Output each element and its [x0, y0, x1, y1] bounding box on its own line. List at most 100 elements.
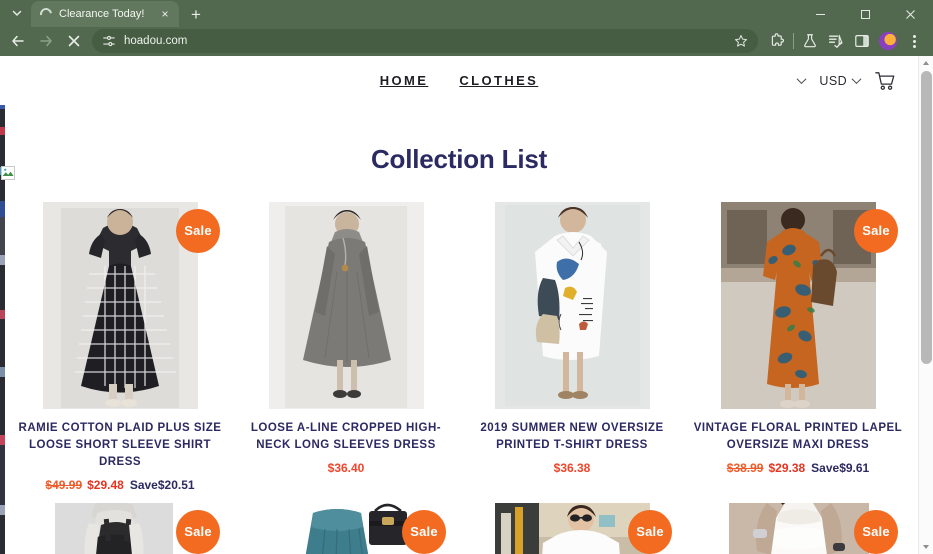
currency-label: USD	[819, 73, 847, 88]
address-bar-url[interactable]: hoadou.com	[124, 35, 724, 47]
product-price-block: $36.38	[466, 460, 678, 476]
stop-loading-icon	[68, 35, 80, 47]
product-title: 2019 Summer New Oversize Printed T-Shirt…	[480, 421, 664, 451]
product-image-wrapper[interactable]: Sale	[692, 201, 904, 409]
address-bar[interactable]: hoadou.com	[92, 29, 758, 54]
scroll-down-button[interactable]	[919, 539, 933, 554]
language-selector-chevron-down-icon[interactable]	[796, 74, 807, 85]
product-price-block: $38.99 $29.38 Save$9.61	[692, 460, 904, 476]
nav-item-home[interactable]: Home	[380, 73, 429, 88]
product-image-black-pinafore-overall-dress	[42, 502, 198, 554]
product-old-price: $49.99	[45, 477, 83, 492]
currency-chevron-down-icon	[851, 74, 862, 85]
tab-loading-spinner-icon	[37, 5, 55, 23]
profile-button[interactable]	[875, 28, 901, 54]
product-card[interactable]: 2019 Summer New Oversize Printed T-Shirt…	[466, 201, 678, 493]
maximize-button[interactable]	[843, 0, 888, 29]
product-card[interactable]: Sale Ramie Cotton Plaid Plus Size Loose …	[14, 201, 226, 493]
browser-menu-button[interactable]	[901, 28, 927, 54]
product-price: $36.40	[327, 460, 365, 475]
product-savings: Save$9.61	[811, 460, 870, 475]
product-grid-row-1: Sale Ramie Cotton Plaid Plus Size Loose …	[0, 201, 918, 493]
product-price-block: $36.40	[240, 460, 452, 476]
product-image-teal-skirt-with-black-bag	[268, 502, 424, 554]
reading-list-icon	[828, 35, 843, 49]
browser-window: Clearance Today! × + hoadou.com HOME CLO…	[0, 0, 933, 554]
product-image-orange-floral-maxi-dress	[720, 201, 876, 409]
product-title: Ramie Cotton Plaid Plus Size Loose Short…	[18, 421, 222, 468]
page-title: Collection List	[370, 143, 548, 174]
tab-strip: Clearance Today! × +	[0, 0, 933, 27]
product-thumb-clipped	[720, 502, 876, 554]
product-image-wrapper[interactable]	[240, 201, 452, 409]
product-sale-price: $29.38	[768, 460, 806, 475]
cart-button[interactable]	[874, 71, 896, 91]
broken-image-icon	[1, 165, 15, 180]
sale-badge: Sale	[176, 509, 220, 554]
product-image-wrapper[interactable]: Sale	[240, 502, 452, 554]
back-arrow-icon	[12, 36, 24, 47]
window-close-button[interactable]	[888, 0, 933, 29]
product-thumb-clipped	[42, 502, 198, 554]
product-card[interactable]: Loose A-line Cropped High-Neck Long Slee…	[240, 201, 452, 493]
close-icon	[906, 10, 915, 19]
product-image-wrapper[interactable]: Sale	[466, 502, 678, 554]
forward-button[interactable]	[32, 27, 60, 55]
header-utilities: USD	[796, 71, 896, 91]
sale-badge: Sale	[628, 509, 672, 554]
product-image-wrapper[interactable]: Sale	[692, 502, 904, 554]
extensions-button[interactable]	[764, 28, 790, 54]
product-price: $36.38	[553, 460, 591, 475]
stop-loading-button[interactable]	[60, 27, 88, 55]
sale-badge: Sale	[854, 509, 898, 554]
scrollbar-thumb[interactable]	[920, 70, 932, 364]
profile-avatar-icon	[879, 32, 897, 51]
product-card[interactable]: Sale	[240, 502, 452, 554]
side-panel-button[interactable]	[849, 28, 875, 54]
tab-search-button[interactable]	[4, 0, 30, 26]
reading-list-button[interactable]	[823, 28, 849, 54]
product-image-white-ruffle-sleeveless-top	[720, 502, 876, 554]
product-grid-row-2: Sale Sale Sale Sale	[0, 502, 918, 554]
minimize-icon	[816, 14, 825, 15]
scrollbar-track[interactable]	[919, 70, 933, 539]
product-old-price: $38.99	[726, 460, 764, 475]
new-tab-button[interactable]: +	[183, 1, 209, 27]
product-savings: Save$20.51	[129, 477, 195, 492]
currency-selector[interactable]: USD	[819, 73, 862, 88]
shopping-cart-icon	[875, 71, 895, 90]
browser-tab[interactable]: Clearance Today! ×	[31, 1, 179, 27]
product-card[interactable]: Sale	[466, 502, 678, 554]
scroll-up-button[interactable]	[919, 56, 933, 71]
product-image-white-printed-shirt-dress	[494, 201, 650, 409]
sale-badge: Sale	[854, 208, 898, 253]
back-button[interactable]	[4, 27, 32, 55]
tab-close-button[interactable]: ×	[157, 6, 173, 22]
product-image-wrapper[interactable]	[466, 201, 678, 409]
page-scrollbar[interactable]	[918, 55, 933, 554]
minimize-button[interactable]	[798, 0, 843, 29]
broken-image-glyph-icon	[1, 165, 15, 180]
product-thumb-clipped	[494, 502, 650, 554]
scroll-down-arrow-icon	[923, 544, 929, 549]
forward-arrow-icon	[40, 36, 52, 47]
three-dot-menu-icon	[912, 34, 916, 48]
sale-badge: Sale	[402, 509, 446, 554]
labs-button[interactable]	[797, 28, 823, 54]
page-viewport: Home Clothes USD	[0, 55, 933, 554]
main-navigation: Home Clothes	[0, 56, 918, 106]
product-card[interactable]: Sale	[14, 502, 226, 554]
product-card[interactable]: Sale	[692, 502, 904, 554]
chevron-down-icon	[12, 10, 22, 16]
star-icon	[734, 35, 748, 47]
product-image-grey-aline-dress	[268, 201, 424, 409]
extensions-puzzle-icon	[771, 33, 784, 47]
product-price-block: $49.99 $29.48 Save$20.51	[14, 477, 226, 493]
nav-item-clothes[interactable]: Clothes	[459, 73, 538, 88]
product-card[interactable]: Sale Vintage Floral Printed Lapel Oversi…	[692, 201, 904, 493]
scroll-up-arrow-icon	[923, 61, 929, 66]
product-image-wrapper[interactable]: Sale	[14, 502, 226, 554]
bookmark-button[interactable]	[732, 32, 750, 50]
product-image-wrapper[interactable]: Sale	[14, 201, 226, 409]
site-settings-icon[interactable]	[102, 34, 116, 48]
